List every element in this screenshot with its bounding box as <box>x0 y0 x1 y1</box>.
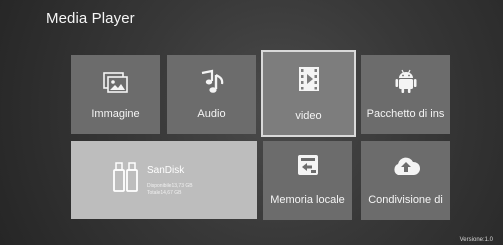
tile-label: Immagine <box>91 108 140 120</box>
tile-label: Condivisione di <box>368 194 443 206</box>
local-storage-icon <box>263 153 352 177</box>
tile-video[interactable]: video <box>261 50 356 137</box>
cloud-upload-icon <box>361 155 450 177</box>
image-icon <box>71 72 160 94</box>
usb-device-tile[interactable]: SanDisk Disponibile13,73 GB Totale14,67 … <box>71 141 257 219</box>
tile-label: Audio <box>197 108 226 120</box>
tile-pacchetto-di-installazione[interactable]: Pacchetto di ins <box>361 55 450 134</box>
tile-memoria-locale[interactable]: Memoria locale <box>263 141 352 220</box>
usb-total-space: Totale14,67 GB <box>147 190 182 196</box>
tile-audio[interactable]: Audio <box>167 55 256 134</box>
tile-label: video <box>295 110 322 122</box>
android-icon <box>361 68 450 94</box>
tile-label: Memoria locale <box>270 194 345 206</box>
usb-device-name: SanDisk <box>147 165 185 176</box>
usb-available-space: Disponibile13,73 GB <box>147 183 193 189</box>
tile-immagine[interactable]: Immagine <box>71 55 160 134</box>
version-label: Versione:1.0 <box>459 237 493 243</box>
video-film-icon <box>263 66 354 92</box>
app-title: Media Player <box>46 10 135 27</box>
usb-drive-icon <box>113 161 139 198</box>
music-notes-icon <box>167 69 256 95</box>
tile-label: Pacchetto di ins <box>366 108 445 120</box>
tile-condivisione[interactable]: Condivisione di <box>361 141 450 220</box>
